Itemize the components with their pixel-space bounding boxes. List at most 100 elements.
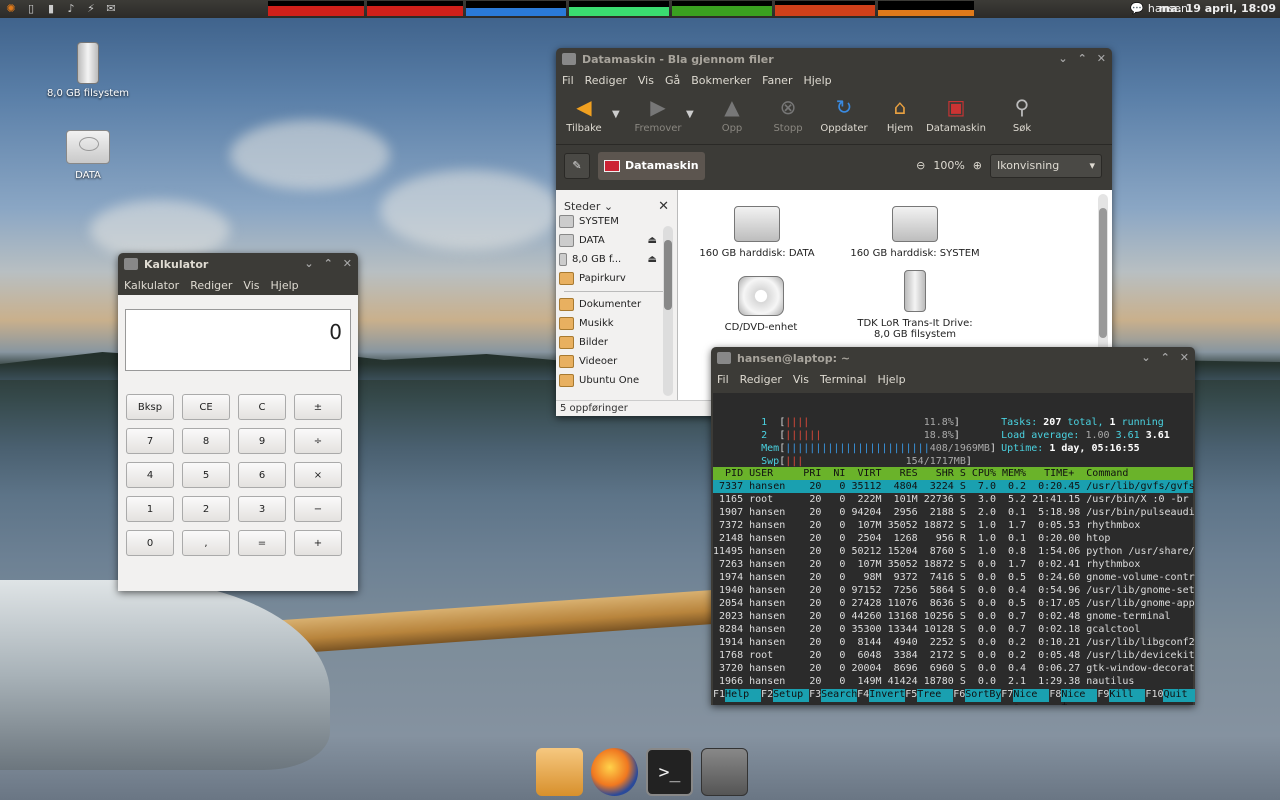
calc-button[interactable]: C [238,394,286,420]
file-item-cd-dvd[interactable]: CD/DVD-enhet [696,276,826,333]
process-row[interactable]: 1914 hansen 20 0 8144 4940 2252 S 0.0 0.… [713,636,1195,649]
titlebar[interactable]: Kalkulator ⌄ ⌃ ✕ [118,253,358,275]
monitor-graph[interactable] [775,1,875,16]
calc-button[interactable]: CE [182,394,230,420]
sidebar-item-usb[interactable]: 8,0 GB f... ⏏ [556,250,677,269]
menu-fil[interactable]: Fil [562,74,574,87]
monitor-graph[interactable] [268,1,364,16]
sidebar-item-system[interactable]: SYSTEM [556,212,677,231]
monitor-graph[interactable] [466,1,566,16]
process-row[interactable]: 7372 hansen 20 0 107M 35052 18872 S 1.0 … [713,519,1193,532]
function-key[interactable]: F5 Tree [905,689,954,702]
process-row[interactable]: 7337 hansen 20 0 35112 4804 3224 S 7.0 0… [713,480,1195,493]
menu-faner[interactable]: Faner [762,74,792,87]
file-manager-icon[interactable] [536,748,583,796]
view-selector[interactable]: Ikonvisning ▾ [990,153,1102,178]
menu-hjelp[interactable]: Hjelp [803,74,831,87]
close-button[interactable]: ✕ [1097,52,1106,65]
back-history-dropdown[interactable]: ▼ [612,95,630,120]
menu-bokmerker[interactable]: Bokmerker [691,74,751,87]
terminal-icon[interactable]: >_ [645,748,693,796]
menu-ga[interactable]: Gå [665,74,680,87]
calc-button[interactable]: 5 [182,462,230,488]
minimize-button[interactable]: ⌄ [304,257,313,270]
process-row[interactable]: 2148 hansen 20 0 2504 1268 956 R 1.0 0.1… [713,532,1193,545]
sidebar-scrollbar[interactable] [663,226,673,396]
menu-rediger[interactable]: Rediger [585,74,627,87]
menu-rediger[interactable]: Rediger [190,279,232,292]
calc-button[interactable]: 0 [126,530,174,556]
close-sidebar-icon[interactable]: ✕ [658,199,669,214]
file-item-data-drive[interactable]: 160 GB harddisk: DATA [692,206,822,259]
menu-fil[interactable]: Fil [717,373,729,386]
sidebar-item-videos[interactable]: Videoer [556,352,677,371]
function-key[interactable]: F8Nice + [1049,689,1098,705]
scrollbar-thumb[interactable] [1099,208,1107,338]
system-monitor-graphs[interactable] [268,1,974,16]
calculator-icon[interactable] [700,748,748,796]
titlebar[interactable]: hansen@laptop: ~ ⌄ ⌃ ✕ [711,347,1195,369]
function-key[interactable]: F2 Setup [761,689,810,702]
maximize-button[interactable]: ⌃ [1161,351,1170,364]
process-row[interactable]: 2054 hansen 20 0 27428 11076 8636 S 0.0 … [713,597,1195,610]
function-key[interactable]: F6 SortBy [953,689,1001,702]
monitor-graph[interactable] [672,1,772,16]
file-item-usb-drive[interactable]: TDK LoR Trans-It Drive: 8,0 GB filsystem [850,270,980,340]
minimize-button[interactable]: ⌄ [1058,52,1067,65]
calc-button[interactable]: = [238,530,286,556]
menu-rediger[interactable]: Rediger [740,373,782,386]
forward-history-dropdown[interactable]: ▼ [686,95,704,120]
calc-button[interactable]: 9 [238,428,286,454]
calc-button[interactable]: 7 [126,428,174,454]
menu-terminal[interactable]: Terminal [820,373,867,386]
process-table-header[interactable]: PID USER PRI NI VIRT RES SHR S CPU% MEM%… [713,467,1193,480]
menu-vis[interactable]: Vis [243,279,259,292]
search-button[interactable]: ⚲ Søk [994,95,1050,134]
calc-button[interactable]: 1 [126,496,174,522]
close-button[interactable]: ✕ [343,257,352,270]
minimize-button[interactable]: ⌄ [1141,351,1150,364]
home-button[interactable]: ⌂ Hjem [872,95,928,134]
network-icon[interactable]: ⚡ [84,2,98,16]
up-button[interactable]: ▲ Opp [704,95,760,134]
process-row[interactable]: 1974 hansen 20 0 98M 9372 7416 S 0.0 0.5… [713,571,1195,584]
ubuntu-logo-icon[interactable]: ✺ [4,2,18,16]
menu-vis[interactable]: Vis [638,74,654,87]
process-row[interactable]: 11495 hansen 20 0 50212 15204 8760 S 1.0… [713,545,1195,558]
function-key[interactable]: F10 Quit [1145,689,1195,702]
process-row[interactable]: 8284 hansen 20 0 35300 13344 10128 S 0.0… [713,623,1193,636]
eject-icon[interactable]: ⏏ [648,235,657,246]
phone-tray-icon[interactable]: ▮ [44,2,58,16]
reload-button[interactable]: ↻ Oppdater [816,95,872,134]
mail-icon[interactable]: ✉ [104,2,118,16]
computer-button[interactable]: ▣ Datamaskin [926,95,986,134]
calc-button[interactable]: , [182,530,230,556]
zoom-in-icon[interactable]: ⊕ [973,159,982,172]
process-row[interactable]: 7263 hansen 20 0 107M 35052 18872 S 0.0 … [713,558,1193,571]
stop-button[interactable]: ⊗ Stopp [760,95,816,134]
monitor-graph[interactable] [878,1,974,16]
process-row[interactable]: 1966 hansen 20 0 149M 41424 18780 S 0.0 … [713,675,1193,688]
calc-button[interactable]: 6 [238,462,286,488]
calc-button[interactable]: + [294,530,342,556]
desktop-icon-data[interactable]: DATA [38,130,138,181]
calc-button[interactable]: 3 [238,496,286,522]
forward-button[interactable]: ▶ Fremover [630,95,686,134]
back-button[interactable]: ◀ Tilbake [556,95,612,134]
menu-hjelp[interactable]: Hjelp [271,279,299,292]
scrollbar-thumb[interactable] [664,240,672,310]
function-key[interactable]: F1 Help [713,689,762,702]
eject-icon[interactable]: ⏏ [648,254,657,265]
usb-tray-icon[interactable]: ▯ [24,2,38,16]
sidebar-selector[interactable]: Steder ⌄ [564,200,613,213]
calc-button[interactable]: ± [294,394,342,420]
terminal-screen[interactable]: 1 [|||| 11.8%] 2 [|||||| 18.8%] Mem[||||… [713,393,1195,705]
monitor-graph[interactable] [367,1,463,16]
process-row[interactable]: 2023 hansen 20 0 44260 13168 10256 S 0.0… [713,610,1193,623]
zoom-out-icon[interactable]: ⊖ [916,159,925,172]
process-row[interactable]: 1768 root 20 0 6048 3384 2172 S 0.0 0.2 … [713,649,1195,662]
function-key[interactable]: F3 Search [809,689,857,702]
sidebar-item-pictures[interactable]: Bilder [556,333,677,352]
calc-button[interactable]: 2 [182,496,230,522]
maximize-button[interactable]: ⌃ [1078,52,1087,65]
